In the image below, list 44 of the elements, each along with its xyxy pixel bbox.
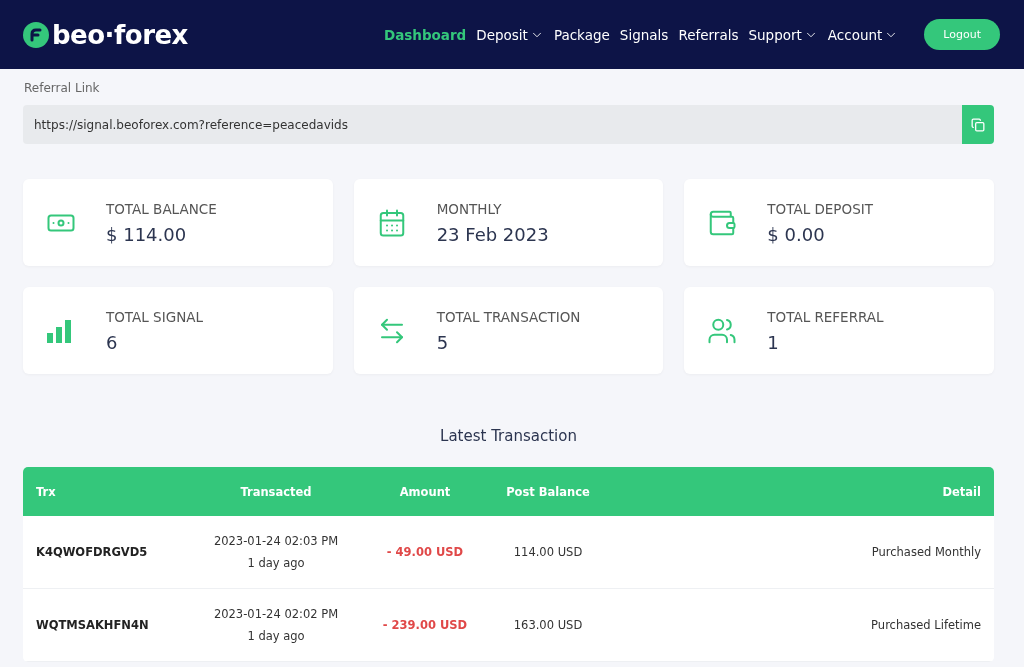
stat-value: 5 [436, 331, 450, 353]
nav-link[interactable]: Account [827, 26, 899, 43]
stat-label: TOTAL BALANCE [106, 200, 217, 217]
section-title: Latest Transaction [439, 427, 578, 445]
trx-id: K4QWOFDRGVD5 [36, 545, 149, 559]
nav-link[interactable]: Dashboard [383, 26, 467, 43]
column-header: Post Balance [505, 484, 591, 499]
amount: - 239.00 USD [381, 618, 469, 632]
stat-value: 1 [767, 331, 780, 353]
stat-value: $ 114.00 [106, 223, 188, 245]
stat-label: TOTAL SIGNAL [106, 308, 203, 325]
copy-button[interactable] [962, 105, 994, 144]
column-header: Amount [398, 484, 452, 499]
trx-id: WQTMSAKHFN4N [36, 618, 150, 632]
transaction-date: 2023-01-24 02:03 PM [213, 534, 339, 548]
column-header: Detail [941, 484, 981, 499]
relative-time: 1 day ago [247, 556, 305, 570]
post-balance: 114.00 USD [512, 545, 584, 559]
bar-chart-icon [46, 317, 72, 344]
brand-name: beo·forex [52, 19, 188, 50]
nav-link[interactable]: Package [553, 26, 610, 43]
amount: - 49.00 USD [385, 545, 465, 559]
copy-icon [971, 117, 985, 132]
stat-value: 23 Feb 2023 [436, 223, 549, 245]
stat-label: TOTAL DEPOSIT [767, 200, 873, 217]
post-balance: 163.00 USD [512, 618, 584, 632]
stat-label: TOTAL TRANSACTION [436, 308, 581, 325]
nav-link[interactable]: Signals [619, 26, 669, 43]
transaction-date: 2023-01-24 02:02 PM [213, 607, 339, 621]
relative-time: 1 day ago [247, 629, 305, 643]
stat-label: MONTHLY [436, 200, 503, 217]
nav-link[interactable]: Support [748, 26, 818, 43]
logo-icon [23, 21, 49, 48]
stat-value: 6 [106, 331, 119, 353]
field-label: Referral Link [24, 81, 101, 95]
column-header: Trx [36, 484, 57, 499]
nav-link[interactable]: Deposit [476, 26, 544, 43]
referral-link-field[interactable]: https://signal.beoforex.com?reference=peacedavids [23, 105, 962, 144]
nav-link[interactable]: Referrals [678, 26, 739, 43]
column-header: Transacted [239, 484, 313, 499]
detail: Purchased Monthly [870, 545, 981, 559]
stat-value: $ 0.00 [767, 223, 826, 245]
stat-label: TOTAL REFERRAL [767, 308, 884, 325]
detail: Purchased Lifetime [870, 618, 981, 632]
